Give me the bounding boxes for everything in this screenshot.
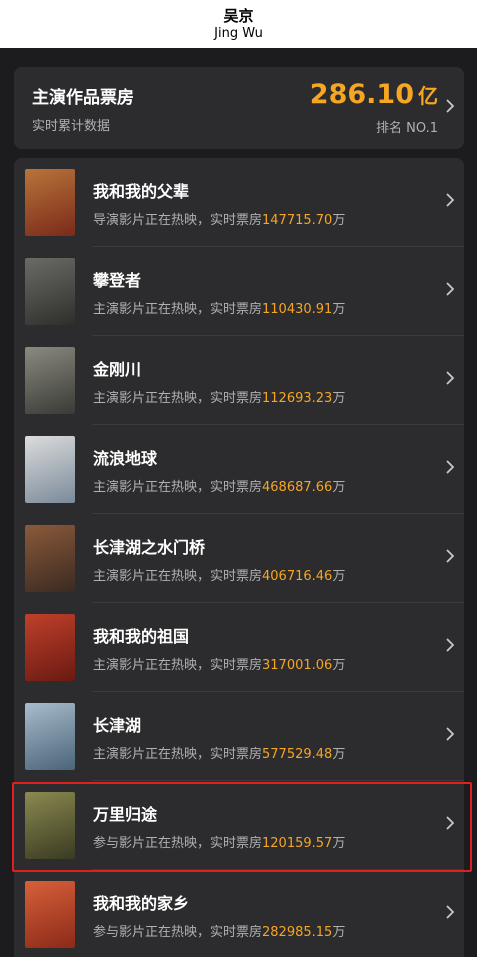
film-box-office-unit: 万 (332, 213, 346, 228)
film-box-office-unit: 万 (332, 658, 346, 673)
film-box-office-info: 参与影片正在热映，实时票房282985.15万 (93, 921, 345, 940)
film-row[interactable]: 我和我的祖国主演影片正在热映，实时票房317001.06万 (14, 603, 464, 692)
summary-subtitle: 实时累计数据 (32, 119, 111, 134)
film-poster (25, 169, 75, 236)
chevron-right-icon (446, 638, 455, 656)
film-poster (25, 347, 75, 414)
film-title: 金刚川 (93, 360, 142, 379)
film-title: 长津湖 (93, 716, 142, 735)
film-role-text: 主演影片正在热映，实时票房 (93, 569, 263, 584)
film-list: 我和我的父辈 导演影片正在热映，实时票房147715.70万 攀登者 主演影片正在热映… (14, 158, 464, 957)
film-row[interactable]: 长津湖主演影片正在热映，实时票房577529.48万 (14, 692, 464, 781)
film-box-office-value: 110430.91 (262, 302, 333, 317)
film-title: 长津湖之水门桥 (93, 538, 206, 557)
chevron-right-icon (446, 549, 455, 567)
film-box-office-value: 120159.57 (262, 836, 333, 851)
film-row[interactable]: 长津湖之水门桥主演影片正在热映，实时票房406716.46万 (14, 514, 464, 603)
film-box-office-info: 参与影片正在热映，实时票房120159.57万 (93, 832, 345, 851)
film-box-office-info: 主演影片正在热映，实时票房406716.46万 (93, 565, 345, 584)
film-row[interactable]: 攀登者主演影片正在热映，实时票房110430.91万 (14, 247, 464, 336)
film-box-office-info: 主演影片正在热映，实时票房110430.91万 (93, 298, 345, 317)
chevron-right-icon (446, 727, 455, 745)
total-box-office: 286.10 亿 (310, 79, 438, 112)
rank-label: 排名 NO.1 (376, 121, 438, 136)
film-poster (25, 258, 75, 325)
film-box-office-info: 导演影片正在热映，实时票房147715.70万 (93, 209, 345, 228)
film-role-text: 参与影片正在热映，实时票房 (93, 836, 263, 851)
film-box-office-unit: 万 (332, 569, 346, 584)
box-office-summary-card[interactable]: 主演作品票房 实时累计数据 286.10 亿 排名 NO.1 (14, 67, 464, 149)
film-title: 我和我的祖国 (93, 627, 190, 646)
film-role-text: 主演影片正在热映，实时票房 (93, 658, 263, 673)
film-box-office-unit: 万 (332, 836, 346, 851)
film-role-text: 主演影片正在热映，实时票房 (93, 302, 263, 317)
person-name-cn: 吴京 (223, 6, 254, 25)
film-box-office-unit: 万 (332, 480, 346, 495)
film-row[interactable]: 流浪地球主演影片正在热映，实时票房468687.66万 (14, 425, 464, 514)
total-box-office-unit: 亿 (418, 84, 438, 108)
film-role-text: 主演影片正在热映，实时票房 (93, 747, 263, 762)
film-title: 我和我的父辈 (93, 182, 190, 201)
film-box-office-unit: 万 (332, 747, 346, 762)
film-box-office-value: 468687.66 (262, 480, 333, 495)
chevron-right-icon (446, 371, 455, 389)
film-poster (25, 614, 75, 681)
film-box-office-info: 主演影片正在热映，实时票房468687.66万 (93, 476, 345, 495)
film-role-text: 参与影片正在热映，实时票房 (93, 925, 263, 940)
film-box-office-value: 112693.23 (262, 391, 333, 406)
chevron-right-icon (446, 816, 455, 834)
film-box-office-value: 317001.06 (262, 658, 333, 673)
film-box-office-info: 主演影片正在热映，实时票房112693.23万 (93, 387, 345, 406)
film-row[interactable]: 万里归途参与影片正在热映，实时票房120159.57万 (14, 781, 464, 870)
film-box-office-unit: 万 (332, 925, 346, 940)
film-row[interactable]: 金刚川主演影片正在热映，实时票房112693.23万 (14, 336, 464, 425)
film-box-office-info: 主演影片正在热映，实时票房317001.06万 (93, 654, 345, 673)
film-poster (25, 792, 75, 859)
film-box-office-value: 147715.70 (262, 213, 333, 228)
film-box-office-value: 406716.46 (262, 569, 333, 584)
film-role-text: 导演影片正在热映，实时票房 (93, 213, 263, 228)
chevron-right-icon (446, 193, 455, 211)
chevron-right-icon (446, 905, 455, 923)
film-poster (25, 881, 75, 948)
film-poster (25, 525, 75, 592)
film-poster (25, 436, 75, 503)
film-title: 流浪地球 (93, 449, 158, 468)
film-title: 万里归途 (93, 805, 158, 824)
summary-title: 主演作品票房 (32, 88, 134, 108)
film-role-text: 主演影片正在热映，实时票房 (93, 391, 263, 406)
film-box-office-unit: 万 (332, 391, 346, 406)
chevron-right-icon (446, 282, 455, 300)
film-box-office-value: 282985.15 (262, 925, 333, 940)
film-box-office-info: 主演影片正在热映，实时票房577529.48万 (93, 743, 345, 762)
film-box-office-unit: 万 (332, 302, 346, 317)
film-row[interactable]: 我和我的父辈导演影片正在热映，实时票房147715.70万 (14, 158, 464, 247)
person-name-en: Jing Wu (214, 25, 263, 41)
chevron-right-icon (446, 460, 455, 478)
chevron-right-icon (446, 99, 455, 117)
top-bar: 吴京 Jing Wu (0, 0, 477, 48)
film-title: 我和我的家乡 (93, 894, 190, 913)
film-row[interactable]: 我和我的家乡参与影片正在热映，实时票房282985.15万 (14, 870, 464, 957)
film-title: 攀登者 (93, 271, 142, 290)
film-poster (25, 703, 75, 770)
film-box-office-value: 577529.48 (262, 747, 333, 762)
film-role-text: 主演影片正在热映，实时票房 (93, 480, 263, 495)
total-box-office-value: 286.10 (309, 79, 414, 110)
